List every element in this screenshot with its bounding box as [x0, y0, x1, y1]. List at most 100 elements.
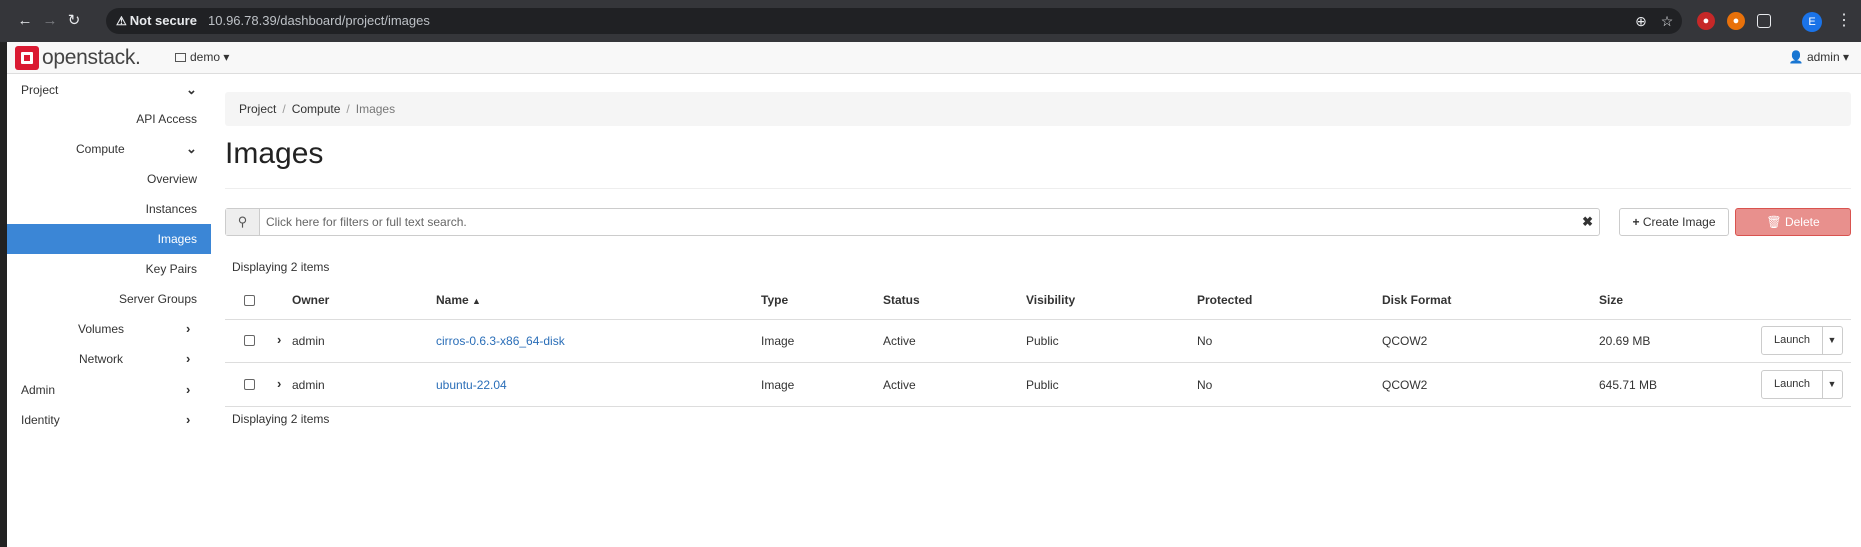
header-disk-format[interactable]: Disk Format [1382, 293, 1451, 307]
header-owner[interactable]: Owner [292, 293, 329, 307]
chevron-right-icon: › [186, 412, 191, 427]
openstack-logo-icon [15, 46, 39, 70]
size-cell: 645.71 MB [1599, 378, 1658, 392]
project-icon [175, 53, 186, 62]
breadcrumb-project[interactable]: Project [239, 102, 276, 116]
filter-search-bar: ⚲ ✖ [225, 208, 1600, 236]
zoom-icon[interactable]: ⊕ [1631, 11, 1651, 31]
forward-icon[interactable]: → [40, 11, 60, 31]
owner-cell: admin [292, 334, 325, 348]
plus-icon: + [1632, 215, 1640, 229]
sidebar-item-network[interactable]: Network › [79, 344, 201, 374]
sidebar-item-admin[interactable]: Admin › [21, 375, 201, 405]
disk-format-cell: QCOW2 [1382, 378, 1428, 392]
launch-button-group: Launch ▼ [1761, 370, 1843, 399]
chevron-right-icon: › [186, 351, 191, 366]
page-title: Images [225, 137, 324, 170]
back-icon[interactable]: ← [15, 11, 35, 31]
address-bar[interactable]: ⚠ Not secure 10.96.78.39/dashboard/projec… [106, 8, 1682, 34]
project-selector[interactable]: demo ▾ [175, 50, 229, 64]
launch-button[interactable]: Launch [1762, 371, 1823, 398]
sidebar-item-identity[interactable]: Identity › [21, 405, 201, 435]
caret-down-icon: ▾ [1842, 50, 1849, 64]
image-name-link[interactable]: ubuntu-22.04 [436, 378, 507, 392]
status-cell: Active [883, 378, 916, 392]
user-icon: 👤 [1788, 50, 1804, 64]
select-all-checkbox[interactable] [244, 295, 255, 306]
sidebar-item-key-pairs[interactable]: Key Pairs [47, 254, 197, 284]
openstack-logo[interactable]: openstack. [15, 46, 141, 70]
browser-menu-icon[interactable]: ⋮ [1836, 10, 1852, 32]
header-visibility[interactable]: Visibility [1026, 293, 1075, 307]
extensions-puzzle-icon[interactable] [1757, 14, 1771, 28]
item-count-bottom: Displaying 2 items [232, 412, 330, 426]
sidebar-item-server-groups[interactable]: Server Groups [47, 284, 197, 314]
sidebar-item-api-access[interactable]: API Access [47, 104, 197, 134]
divider [225, 188, 1851, 189]
sidebar-item-project[interactable]: Project ⌄ [21, 75, 201, 105]
sidebar: Project ⌄ API Access Compute ⌄ Overview In… [7, 75, 211, 547]
launch-button[interactable]: Launch [1762, 327, 1823, 354]
header-size[interactable]: Size [1599, 293, 1623, 307]
chevron-right-icon[interactable]: › [277, 376, 281, 391]
dashboard-page: openstack. demo ▾ 👤 admin ▾ Project ⌄ API… [7, 42, 1861, 547]
browser-toolbar: ← → ↻ ⚠ Not secure 10.96.78.39/dashboard/… [0, 0, 1861, 42]
url-text[interactable]: 10.96.78.39/dashboard/project/images [208, 11, 430, 31]
table-header: Owner Name ▲ Type Status Visibility Prot… [225, 282, 1851, 320]
caret-down-icon[interactable]: ▼ [1822, 327, 1842, 354]
header-type[interactable]: Type [761, 293, 788, 307]
reload-icon[interactable]: ↻ [64, 11, 84, 31]
image-name-link[interactable]: cirros-0.6.3-x86_64-disk [436, 334, 565, 348]
table-row: › admin ubuntu-22.04 Image Active Public… [225, 364, 1851, 407]
type-cell: Image [761, 378, 795, 392]
launch-button-group: Launch ▼ [1761, 326, 1843, 355]
row-checkbox[interactable] [244, 379, 255, 390]
sort-asc-icon: ▲ [472, 296, 481, 306]
header-name[interactable]: Name ▲ [436, 293, 481, 307]
breadcrumb: Project / Compute / Images [225, 92, 1851, 126]
status-cell: Active [883, 334, 916, 348]
sidebar-item-compute[interactable]: Compute ⌄ [76, 134, 201, 164]
breadcrumb-current: Images [355, 102, 396, 116]
protected-cell: No [1197, 378, 1213, 392]
chevron-down-icon: ⌄ [186, 82, 197, 97]
caret-down-icon: ▾ [223, 50, 230, 64]
table-row: › admin cirros-0.6.3-x86_64-disk Image A… [225, 320, 1851, 363]
type-cell: Image [761, 334, 795, 348]
sidebar-item-volumes[interactable]: Volumes › [78, 314, 201, 344]
warning-icon: ⚠ [116, 14, 127, 28]
bookmark-star-icon[interactable]: ☆ [1657, 11, 1677, 31]
visibility-cell: Public [1026, 378, 1059, 392]
create-image-button[interactable]: + Create Image [1619, 208, 1729, 236]
extension-red-icon[interactable]: ● [1697, 12, 1715, 30]
search-input[interactable] [266, 209, 1566, 235]
user-menu[interactable]: 👤 admin ▾ [1789, 50, 1849, 64]
delete-images-button[interactable]: 🗑 Delete Images [1735, 208, 1851, 255]
size-cell: 20.69 MB [1599, 334, 1651, 348]
sidebar-item-images[interactable]: Images [7, 224, 211, 254]
disk-format-cell: QCOW2 [1382, 334, 1428, 348]
row-checkbox[interactable] [244, 335, 255, 346]
top-navbar: openstack. demo ▾ 👤 admin ▾ [7, 42, 1861, 74]
item-count-top: Displaying 2 items [232, 260, 330, 274]
chevron-right-icon[interactable]: › [277, 332, 281, 347]
chevron-right-icon: › [186, 321, 191, 336]
clear-icon[interactable]: ✖ [1582, 209, 1593, 235]
search-icon: ⚲ [226, 209, 260, 235]
header-protected[interactable]: Protected [1197, 293, 1252, 307]
owner-cell: admin [292, 378, 325, 392]
sidebar-item-instances[interactable]: Instances [47, 194, 197, 224]
window-edge [0, 42, 7, 547]
header-status[interactable]: Status [883, 293, 920, 307]
sidebar-item-overview[interactable]: Overview [47, 164, 197, 194]
chevron-down-icon: ⌄ [186, 141, 197, 156]
visibility-cell: Public [1026, 334, 1059, 348]
profile-avatar[interactable]: E [1802, 12, 1822, 32]
trash-icon: 🗑 [1766, 215, 1782, 229]
security-chip[interactable]: ⚠ Not secure [116, 11, 197, 31]
chevron-right-icon: › [186, 382, 191, 397]
caret-down-icon[interactable]: ▼ [1822, 371, 1842, 398]
protected-cell: No [1197, 334, 1213, 348]
extension-orange-icon[interactable]: ● [1727, 12, 1745, 30]
breadcrumb-compute[interactable]: Compute [292, 102, 341, 116]
